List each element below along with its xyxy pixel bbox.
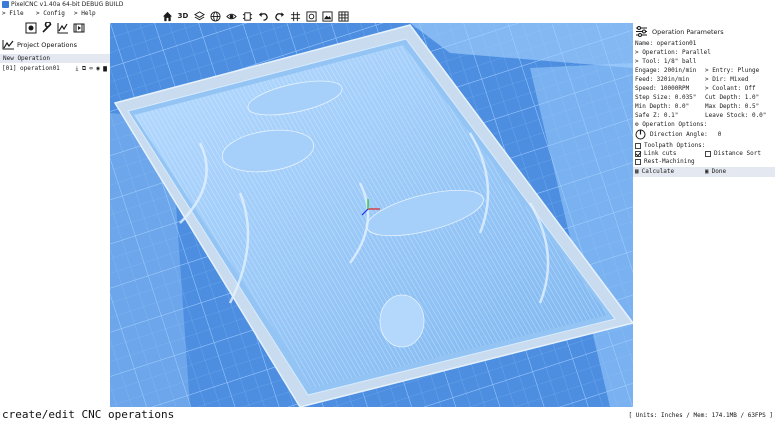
- done-button[interactable]: ▣ Done: [705, 168, 726, 175]
- project-tab-icon[interactable]: [24, 21, 38, 35]
- rest-machining-checkbox[interactable]: Rest-Machining: [635, 158, 695, 166]
- sliders-icon: [636, 26, 647, 37]
- link-cuts-check[interactable]: [635, 150, 641, 157]
- home-icon[interactable]: [160, 9, 174, 23]
- operation-parameters-panel: Operation Parameters Name: operation01 >…: [633, 23, 775, 407]
- rest-machining-check[interactable]: [635, 158, 641, 165]
- app-logo-icon: [2, 1, 9, 8]
- toolpath-options-header: Toolpath Options:: [635, 142, 705, 150]
- speed-field[interactable]: Speed: 10000RPM: [635, 85, 689, 93]
- direction-select[interactable]: > Dir: Mixed: [705, 76, 748, 84]
- angle-dial-icon[interactable]: [635, 129, 646, 140]
- settings-icon[interactable]: [304, 9, 318, 23]
- rest-machining-label: Rest-Machining: [644, 158, 695, 165]
- direction-angle-label: Direction Angle:: [650, 130, 708, 138]
- distance-sort-checkbox[interactable]: Distance Sort: [705, 150, 761, 158]
- done-icon: ▣: [705, 168, 709, 175]
- direction-angle-value[interactable]: 0: [718, 131, 722, 139]
- menu-bar: > File > Config > Help: [0, 10, 110, 18]
- name-field[interactable]: Name: operation01: [635, 40, 696, 48]
- left-panel-tabs: [24, 21, 86, 35]
- distance-sort-label: Distance Sort: [714, 150, 761, 157]
- coolant-select[interactable]: > Coolant: Off: [705, 85, 756, 93]
- wrench-icon[interactable]: [40, 21, 54, 35]
- undo-icon[interactable]: [256, 9, 270, 23]
- image-icon[interactable]: [320, 9, 334, 23]
- left-panel: Project Operations New Operation [01] op…: [0, 18, 110, 407]
- project-operations-header: Project Operations: [2, 40, 77, 50]
- section-title: Project Operations: [17, 41, 78, 49]
- distance-sort-check[interactable]: [705, 150, 711, 157]
- done-label: Done: [711, 168, 727, 175]
- export-icon[interactable]: ⤓: [74, 65, 80, 73]
- options-gear-icon: ⚙: [635, 121, 639, 128]
- viewport-scene[interactable]: [110, 23, 633, 407]
- link-cuts-label: Link cuts: [644, 150, 677, 157]
- calculate-button[interactable]: ▦ Calculate: [635, 168, 674, 175]
- menu-help[interactable]: > Help: [74, 10, 96, 17]
- status-bar: create/edit CNC operations [ Units: Inch…: [0, 407, 775, 423]
- calculate-label: Calculate: [641, 168, 675, 175]
- operation-options-label: Operation Options:: [642, 121, 708, 128]
- grid-icon[interactable]: [288, 9, 302, 23]
- duplicate-icon[interactable]: ⧉: [81, 65, 87, 73]
- redo-icon[interactable]: [272, 9, 286, 23]
- operations-graph-icon: [2, 40, 14, 50]
- new-operation-label: New Operation: [3, 55, 50, 62]
- delete-icon[interactable]: ▆: [102, 65, 108, 73]
- toolpath-options-collapse-box[interactable]: [635, 142, 641, 149]
- entry-select[interactable]: > Entry: Plunge: [705, 67, 759, 75]
- new-operation-button[interactable]: New Operation: [0, 54, 110, 63]
- feed-field[interactable]: Feed: 320in/min: [635, 76, 689, 84]
- toolpath-graph-icon[interactable]: [56, 21, 70, 35]
- calculator-icon: ▦: [635, 168, 639, 175]
- menu-config[interactable]: > Config: [36, 10, 65, 17]
- action-buttons-row: ▦ Calculate ▣ Done: [633, 167, 775, 177]
- operation-label: [01] operation01: [2, 65, 60, 72]
- main-toolbar: 3D: [160, 9, 350, 23]
- relief-pinecone: [379, 294, 425, 348]
- cut-depth-field[interactable]: Cut Depth: 1.0": [705, 94, 759, 102]
- table-icon[interactable]: [336, 9, 350, 23]
- min-depth-field[interactable]: Min Depth: 0.0": [635, 103, 689, 111]
- status-info: [ Units: Inches / Mem: 174.1MB / 63FPS ]: [628, 412, 774, 419]
- 3d-view-icon[interactable]: 3D: [176, 9, 190, 23]
- link-cuts-checkbox[interactable]: Link cuts: [635, 150, 677, 158]
- film-icon[interactable]: [72, 21, 86, 35]
- visibility-icon[interactable]: ◉: [95, 65, 101, 73]
- status-message: create/edit CNC operations: [2, 408, 175, 421]
- 3d-viewport[interactable]: [110, 23, 633, 407]
- safe-z-field[interactable]: Safe Z: 0.1": [635, 112, 678, 120]
- window-title: PixelCNC v1.40a 64-bit DEBUG BUILD: [11, 1, 124, 8]
- menu-file[interactable]: > File: [2, 10, 24, 17]
- direction-angle-control[interactable]: Direction Angle: 0: [635, 128, 721, 141]
- eye-icon[interactable]: [224, 9, 238, 23]
- layers-icon[interactable]: [192, 9, 206, 23]
- operation-list-item[interactable]: [01] operation01 ⤓ ⧉ ∞ ◉ ▆: [0, 64, 110, 73]
- globe-icon[interactable]: [208, 9, 222, 23]
- chip-icon[interactable]: [240, 9, 254, 23]
- toolpath-options-label: Toolpath Options:: [644, 142, 706, 149]
- max-depth-field[interactable]: Max Depth: 0.5": [705, 103, 759, 111]
- step-size-field[interactable]: Step Size: 0.035": [635, 94, 696, 102]
- panel-header: Operation Parameters: [635, 26, 724, 37]
- engage-field[interactable]: Engage: 200in/min: [635, 67, 696, 75]
- leave-stock-field[interactable]: Leave Stock: 0.0": [705, 112, 766, 120]
- tool-select[interactable]: > Tool: 1/8" ball: [635, 58, 696, 66]
- operation-actions: ⤓ ⧉ ∞ ◉ ▆: [74, 65, 108, 73]
- panel-title: Operation Parameters: [652, 27, 724, 36]
- operation-select[interactable]: > Operation: Parallel: [635, 49, 711, 57]
- link-icon[interactable]: ∞: [88, 65, 94, 73]
- title-bar: PixelCNC v1.40a 64-bit DEBUG BUILD: [0, 0, 775, 10]
